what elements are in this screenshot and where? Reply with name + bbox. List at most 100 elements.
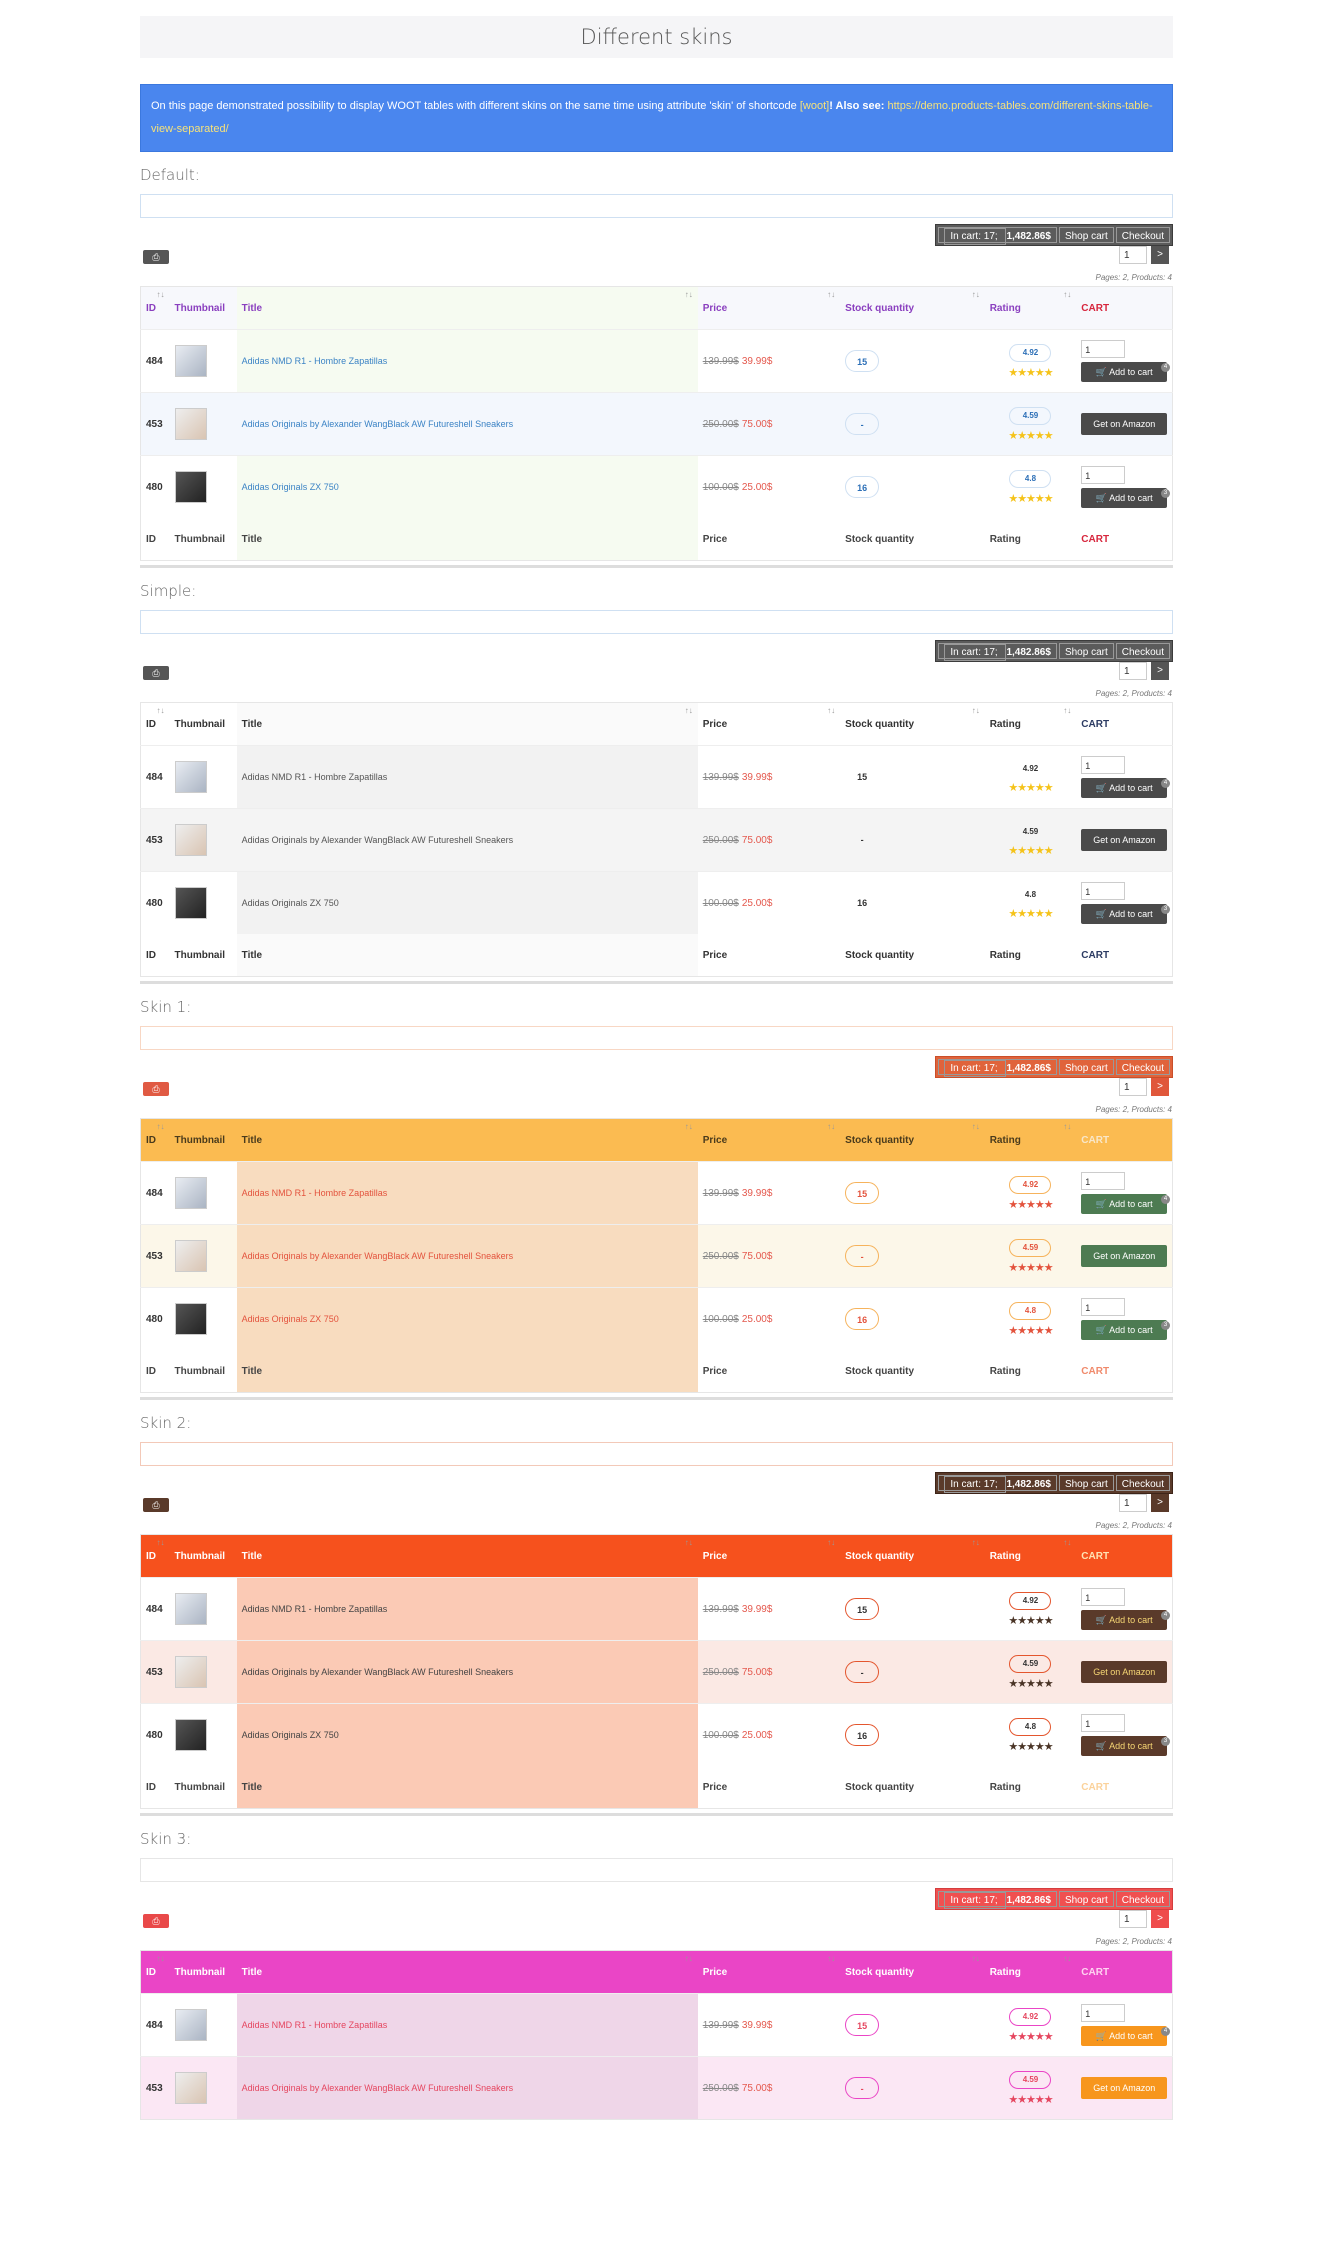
print-icon[interactable]: ⎙ [143,250,169,264]
print-icon[interactable]: ⎙ [143,1498,169,1512]
column-header-stock[interactable]: Stock quantity ↑↓ [840,286,985,330]
print-icon[interactable]: ⎙ [143,1914,169,1928]
quantity-input[interactable]: 1 [1081,340,1126,358]
column-header-price[interactable]: Price ↑↓ [697,1534,841,1578]
product-title-link[interactable]: Adidas Originals ZX 750 [242,898,339,908]
add-to-cart-button[interactable]: 🛒 Add to cart [1081,362,1168,382]
search-input[interactable] [140,194,1173,218]
column-header-rating[interactable]: Rating ↑↓ [984,1950,1077,1994]
column-header-id[interactable]: ID ↑↓ [140,1118,170,1162]
product-thumbnail[interactable] [174,824,207,856]
product-title-link[interactable]: Adidas Originals ZX 750 [242,1730,339,1740]
search-input[interactable] [140,1858,1173,1882]
shortcode-link[interactable]: [woot] [800,100,829,112]
product-title-link[interactable]: Adidas Originals by Alexander WangBlack … [242,2083,513,2093]
sort-arrows-icon[interactable]: ↑↓ [1063,1954,1071,1963]
product-thumbnail[interactable] [174,1593,207,1625]
column-header-price[interactable]: Price ↑↓ [697,1118,841,1162]
column-header-stock[interactable]: Stock quantity ↑↓ [840,1118,985,1162]
print-icon[interactable]: ⎙ [143,1082,169,1096]
product-title-link[interactable]: Adidas NMD R1 - Hombre Zapatillas [242,1604,388,1614]
checkout-button[interactable]: Checkout [1115,1891,1170,1907]
column-header-price[interactable]: Price ↑↓ [697,286,841,330]
product-thumbnail[interactable] [174,1719,207,1751]
page-input[interactable]: 1 [1119,662,1147,680]
column-header-title[interactable]: Title ↑↓ [236,1950,698,1994]
add-to-cart-button[interactable]: 🛒 Add to cart [1081,1194,1168,1214]
next-page-button[interactable]: > [1151,662,1169,680]
next-page-button[interactable]: > [1151,1078,1169,1096]
checkout-button[interactable]: Checkout [1115,1475,1170,1491]
column-header-title[interactable]: Title ↑↓ [236,1534,698,1578]
sort-arrows-icon[interactable]: ↑↓ [157,1954,165,1963]
sort-arrows-icon[interactable]: ↑↓ [827,1954,835,1963]
sort-arrows-icon[interactable]: ↑↓ [685,1954,693,1963]
amazon-button[interactable]: Get on Amazon [1081,829,1168,851]
column-header-stock[interactable]: Stock quantity ↑↓ [840,1534,985,1578]
quantity-input[interactable]: 1 [1081,2004,1126,2022]
product-thumbnail[interactable] [174,1177,207,1209]
column-header-id[interactable]: ID ↑↓ [140,1534,170,1578]
product-thumbnail[interactable] [174,1240,207,1272]
column-header-id[interactable]: ID ↑↓ [140,702,170,746]
amazon-button[interactable]: Get on Amazon [1081,413,1168,435]
sort-arrows-icon[interactable]: ↑↓ [972,1122,980,1131]
product-title-link[interactable]: Adidas Originals ZX 750 [242,1314,339,1324]
sort-arrows-icon[interactable]: ↑↓ [1063,1122,1071,1131]
product-thumbnail[interactable] [174,408,207,440]
sort-arrows-icon[interactable]: ↑↓ [685,1122,693,1131]
product-title-link[interactable]: Adidas Originals by Alexander WangBlack … [242,419,513,429]
add-to-cart-button[interactable]: 🛒 Add to cart [1081,778,1168,798]
product-title-link[interactable]: Adidas NMD R1 - Hombre Zapatillas [242,356,388,366]
next-page-button[interactable]: > [1151,1910,1169,1928]
column-header-stock[interactable]: Stock quantity ↑↓ [840,1950,985,1994]
sort-arrows-icon[interactable]: ↑↓ [685,1538,693,1547]
quantity-input[interactable]: 1 [1081,1714,1126,1732]
checkout-button[interactable]: Checkout [1115,1059,1170,1075]
next-page-button[interactable]: > [1151,1494,1169,1512]
shop-cart-button[interactable]: Shop cart [1058,643,1114,659]
page-input[interactable]: 1 [1119,1494,1147,1512]
product-thumbnail[interactable] [174,2072,207,2104]
quantity-input[interactable]: 1 [1081,1588,1126,1606]
product-thumbnail[interactable] [174,1303,207,1335]
sort-arrows-icon[interactable]: ↑↓ [827,1538,835,1547]
add-to-cart-button[interactable]: 🛒 Add to cart [1081,2026,1168,2046]
sort-arrows-icon[interactable]: ↑↓ [972,290,980,299]
shop-cart-button[interactable]: Shop cart [1058,1475,1114,1491]
shop-cart-button[interactable]: Shop cart [1058,1891,1114,1907]
sort-arrows-icon[interactable]: ↑↓ [1063,1538,1071,1547]
sort-arrows-icon[interactable]: ↑↓ [1063,290,1071,299]
search-input[interactable] [140,610,1173,634]
product-title-link[interactable]: Adidas Originals by Alexander WangBlack … [242,1667,513,1677]
sort-arrows-icon[interactable]: ↑↓ [827,290,835,299]
amazon-button[interactable]: Get on Amazon [1081,2077,1168,2099]
next-page-button[interactable]: > [1151,246,1169,264]
shop-cart-button[interactable]: Shop cart [1058,227,1114,243]
sort-arrows-icon[interactable]: ↑↓ [685,706,693,715]
column-header-rating[interactable]: Rating ↑↓ [984,1534,1077,1578]
add-to-cart-button[interactable]: 🛒 Add to cart [1081,488,1168,508]
amazon-button[interactable]: Get on Amazon [1081,1245,1168,1267]
product-thumbnail[interactable] [174,345,207,377]
add-to-cart-button[interactable]: 🛒 Add to cart [1081,904,1168,924]
product-title-link[interactable]: Adidas Originals by Alexander WangBlack … [242,835,513,845]
product-title-link[interactable]: Adidas NMD R1 - Hombre Zapatillas [242,772,388,782]
add-to-cart-button[interactable]: 🛒 Add to cart [1081,1736,1168,1756]
product-thumbnail[interactable] [174,887,207,919]
sort-arrows-icon[interactable]: ↑↓ [1063,706,1071,715]
add-to-cart-button[interactable]: 🛒 Add to cart [1081,1610,1168,1630]
column-header-price[interactable]: Price ↑↓ [697,702,841,746]
quantity-input[interactable]: 1 [1081,882,1126,900]
column-header-rating[interactable]: Rating ↑↓ [984,1118,1077,1162]
sort-arrows-icon[interactable]: ↑↓ [157,1538,165,1547]
checkout-button[interactable]: Checkout [1115,643,1170,659]
quantity-input[interactable]: 1 [1081,466,1126,484]
column-header-title[interactable]: Title ↑↓ [236,702,698,746]
column-header-stock[interactable]: Stock quantity ↑↓ [840,702,985,746]
column-header-price[interactable]: Price ↑↓ [697,1950,841,1994]
search-input[interactable] [140,1026,1173,1050]
sort-arrows-icon[interactable]: ↑↓ [827,1122,835,1131]
amazon-button[interactable]: Get on Amazon [1081,1661,1168,1683]
product-thumbnail[interactable] [174,471,207,503]
